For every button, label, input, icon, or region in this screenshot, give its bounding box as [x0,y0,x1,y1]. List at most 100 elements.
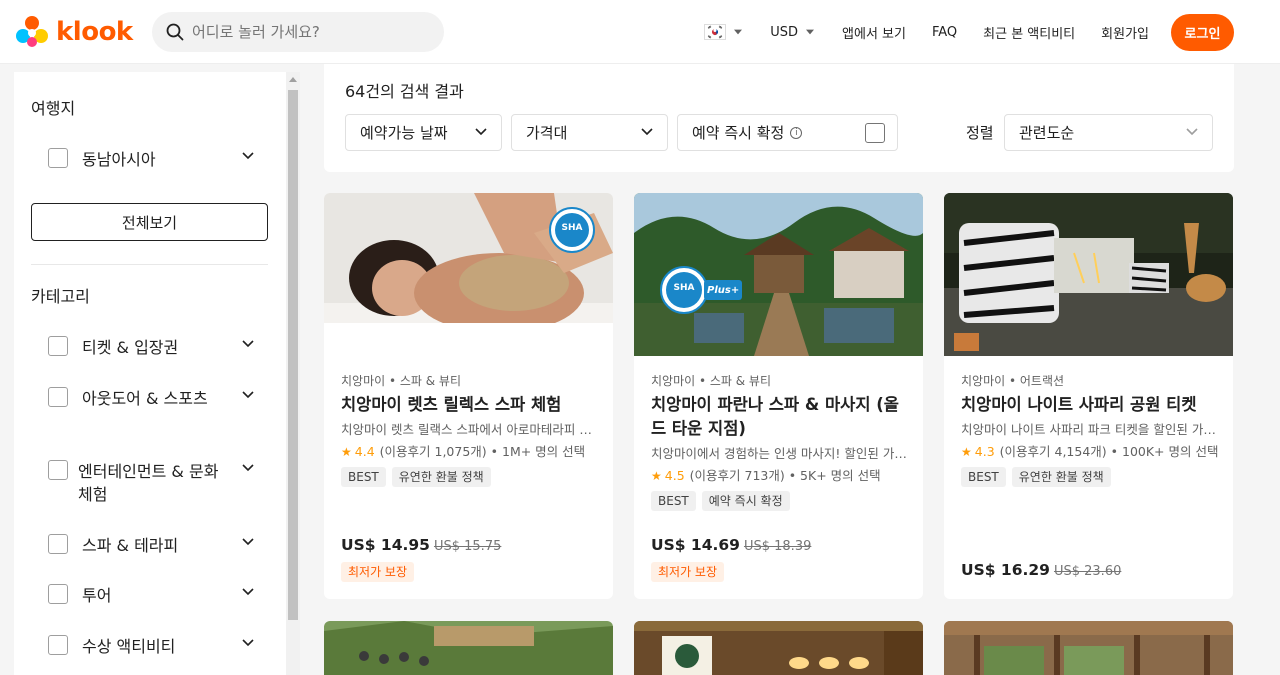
category-item-tickets[interactable]: 티켓 & 입장권 [48,336,268,359]
card-price: US$ 14.95 US$ 15.75 [341,536,501,554]
nav-recently-viewed[interactable]: 최근 본 액티비티 [983,23,1075,42]
view-all-button[interactable]: 전체보기 [31,203,268,241]
logo-text: klook [56,17,133,47]
safari-photo [944,193,1233,356]
activity-card[interactable]: SHA Plus+ 치앙마이 • 스파 & 뷰티 치앙마이 파란나 스파 & 마… [634,193,923,599]
activity-image-spa-massage[interactable]: SHA [324,193,613,356]
card-body: 치앙마이 • 스파 & 뷰티 치앙마이 렛츠 릴렉스 스파 체험 치앙마이 렛츠… [341,373,601,487]
activity-card[interactable]: SHA 치앙마이 • 스파 & 뷰티 치앙마이 렛츠 릴렉스 스파 체험 치앙마… [324,193,613,599]
category-item-water[interactable]: 수상 액티비티 [48,635,268,658]
chevron-down-icon[interactable] [242,639,254,647]
language-selector[interactable] [704,24,743,40]
star-icon: ★ [651,469,662,483]
checkbox[interactable] [48,387,68,407]
activity-card[interactable]: 치앙마이 • 어트랙션 치앙마이 나이트 사파리 공원 티켓 치앙마이 나이트 … [944,193,1233,599]
activity-image-pavilion[interactable] [944,621,1233,675]
chevron-down-icon[interactable] [242,464,254,472]
activity-card[interactable] [324,621,613,675]
star-icon: ★ [961,445,972,459]
activity-image-tour[interactable] [324,621,613,675]
card-category: 치앙마이 • 스파 & 뷰티 [651,374,772,388]
currency-selector[interactable]: USD [770,24,815,40]
chevron-down-icon [1186,128,1198,136]
nav-faq[interactable]: FAQ [932,25,957,40]
category-item-spa[interactable]: 스파 & 테라피 [48,534,268,557]
instant-confirm-checkbox[interactable] [865,123,885,143]
instant-confirm-filter[interactable]: 예약 즉시 확정 i [677,114,898,151]
chevron-down-icon[interactable] [242,538,254,546]
checkbox[interactable] [48,534,68,554]
spa-photo [324,193,613,356]
checkbox[interactable] [48,148,68,168]
chevron-down-icon [734,29,743,35]
card-tags: BEST 예약 즉시 확정 [651,491,911,511]
category-label: 티켓 & 입장권 [82,338,179,357]
destination-item[interactable]: 동남아시아 [48,148,268,171]
tag: BEST [341,467,386,487]
star-icon: ★ [341,445,352,459]
chevron-down-icon[interactable] [242,588,254,596]
price-original: US$ 23.60 [1053,564,1122,579]
category-label: 수상 액티비티 [82,637,176,656]
info-icon[interactable]: i [790,126,803,139]
card-description: 치앙마이 나이트 사파리 파크 티켓을 할인된 가격으로 예약하세요 [961,422,1221,437]
search-input[interactable] [192,23,432,41]
klook-logo[interactable]: klook [14,14,133,50]
destination-label: 동남아시아 [82,150,156,169]
date-filter-label: 예약가능 날짜 [360,124,448,142]
activity-image-spa-interior[interactable] [634,621,923,675]
filter-sidebar: 여행지 동남아시아 전체보기 카테고리 티켓 & 입장권 아웃도어 & 스포츠 … [14,72,286,675]
price-current: US$ 14.95 [341,536,430,554]
activity-image-night-safari[interactable] [944,193,1233,356]
card-title[interactable]: 치앙마이 파란나 스파 & 마사지 (올드 타운 지점) [651,393,911,441]
card-category: 치앙마이 • 어트랙션 [961,374,1065,388]
card-body: 치앙마이 • 스파 & 뷰티 치앙마이 파란나 스파 & 마사지 (올드 타운 … [651,373,911,511]
checkbox[interactable] [48,460,68,480]
price-filter[interactable]: 가격대 [511,114,668,151]
currency-label: USD [770,24,799,40]
card-title[interactable]: 치앙마이 렛츠 릴렉스 스파 체험 [341,393,601,417]
search-bar[interactable] [152,12,444,52]
header-nav: USD 앱에서 보기 FAQ 최근 본 액티비티 회원가입 로그인 [704,12,1234,52]
chevron-down-icon[interactable] [242,340,254,348]
category-item-tours[interactable]: 투어 [48,584,268,607]
checkbox[interactable] [48,336,68,356]
nav-signup[interactable]: 회원가입 [1101,23,1149,42]
card-title[interactable]: 치앙마이 나이트 사파리 공원 티켓 [961,393,1221,417]
activity-card[interactable] [944,621,1233,675]
rating-value: 4.5 [664,468,685,483]
card-price: US$ 14.69 US$ 18.39 [651,536,811,554]
sort-dropdown[interactable]: 관련도순 [1004,114,1213,151]
category-label: 투어 [82,586,112,605]
checkbox[interactable] [48,584,68,604]
sidebar-scrollbar[interactable] [286,72,300,675]
sha-badge-label: SHA [561,223,583,233]
sort-value: 관련도순 [1019,124,1075,142]
tag: BEST [961,467,1006,487]
checkbox[interactable] [48,635,68,655]
chevron-down-icon [475,128,487,136]
activity-card[interactable] [634,621,923,675]
category-item-outdoor[interactable]: 아웃도어 & 스포츠 [48,387,268,410]
activity-image-spa-garden[interactable]: SHA Plus+ [634,193,923,356]
date-filter[interactable]: 예약가능 날짜 [345,114,502,151]
price-filter-label: 가격대 [526,124,568,142]
rating-value: 4.4 [354,444,375,459]
category-label: 스파 & 테라피 [82,536,179,555]
results-count: 64건의 검색 결과 [345,82,464,101]
chevron-down-icon[interactable] [242,391,254,399]
card-description: 치앙마이 렛츠 릴랙스 스파에서 아로마테라피 마사지 [341,422,601,437]
sort-label: 정렬 [966,124,994,142]
scroll-up-arrow-icon[interactable] [289,77,297,82]
category-title: 카테고리 [31,287,90,306]
category-item-entertainment[interactable]: 엔터테인먼트 & 문화체험 [48,460,268,506]
chevron-down-icon[interactable] [242,152,254,160]
login-button[interactable]: 로그인 [1171,13,1234,51]
price-current: US$ 14.69 [651,536,740,554]
scroll-thumb[interactable] [288,90,298,620]
tag: BEST [651,491,696,511]
chevron-down-icon [641,128,653,136]
lowest-price-badge: 최저가 보장 [341,562,415,582]
instant-confirm-label: 예약 즉시 확정 [692,124,785,142]
nav-app[interactable]: 앱에서 보기 [842,23,906,42]
